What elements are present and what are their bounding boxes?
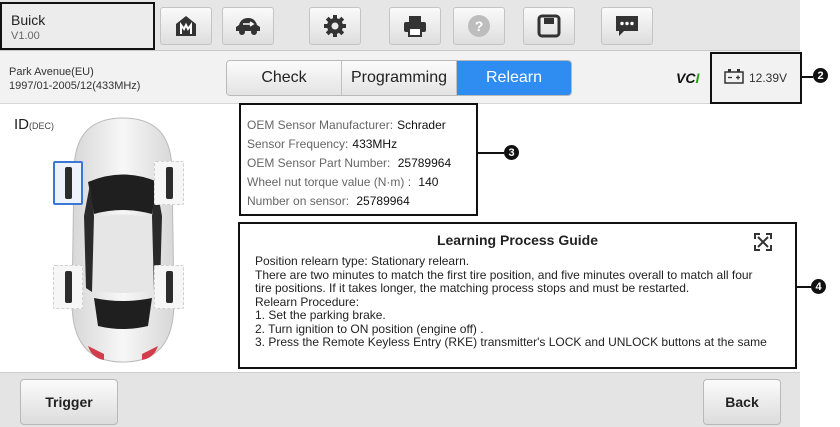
info-manufacturer: OEM Sensor Manufacturer: Schrader xyxy=(247,116,476,135)
home-icon xyxy=(176,16,196,36)
print-button[interactable] xyxy=(389,7,441,45)
callout-marker-3: 3 xyxy=(504,145,519,160)
callout-marker-2: 2 xyxy=(813,68,828,83)
info-part-number: OEM Sensor Part Number: 25789964 xyxy=(247,154,476,173)
vehicle-model: Park Avenue(EU) xyxy=(9,66,94,78)
sensor-front-left[interactable] xyxy=(53,161,83,205)
tire-front-left xyxy=(64,167,72,199)
expand-icon[interactable] xyxy=(753,232,773,252)
callout-marker-4: 4 xyxy=(811,279,826,294)
message-button[interactable] xyxy=(601,7,653,45)
trigger-button[interactable]: Trigger xyxy=(20,379,118,425)
sensor-id-text: ID xyxy=(14,116,29,133)
info-label: Number on sensor: xyxy=(247,194,350,208)
info-torque: Wheel nut torque value (N·m) : 140 xyxy=(247,173,476,192)
info-value: 25789964 xyxy=(353,194,410,208)
vehicle-swap-icon xyxy=(236,18,260,35)
guide-line: tire positions. If it takes longer, the … xyxy=(255,281,690,295)
car-top-view xyxy=(71,117,175,363)
vehicle-year-range: 1997/01-2005/12(433MHz) xyxy=(9,80,141,92)
info-label: Wheel nut torque value (N·m) : xyxy=(247,175,412,189)
tire-rear-right xyxy=(165,271,173,303)
sensor-info-panel: OEM Sensor Manufacturer: Schrader Sensor … xyxy=(239,103,478,216)
sensor-rear-right[interactable] xyxy=(154,265,184,309)
info-value: 140 xyxy=(415,175,439,189)
info-sensor-number: Number on sensor: 25789964 xyxy=(247,192,476,211)
help-icon: ? xyxy=(468,15,490,37)
tab-programming[interactable]: Programming xyxy=(342,61,457,95)
vehicle-info-box: Buick V1.00 xyxy=(0,2,155,50)
settings-icon xyxy=(324,15,346,37)
bottom-bar: Trigger Back xyxy=(0,372,800,427)
callout-line-4 xyxy=(797,286,811,288)
home-button[interactable] xyxy=(160,7,212,45)
learning-guide-panel[interactable]: Learning Process Guide Position relearn … xyxy=(238,222,797,369)
guide-title: Learning Process Guide xyxy=(436,232,599,248)
sensor-rear-left[interactable] xyxy=(53,265,83,309)
guide-line: Position relearn type: Stationary relear… xyxy=(255,254,470,268)
print-icon xyxy=(404,16,426,37)
tab-check[interactable]: Check xyxy=(227,61,342,95)
callout-line-2 xyxy=(802,76,813,78)
software-version: V1.00 xyxy=(11,30,40,42)
battery-status-box: 12.39V xyxy=(710,52,802,104)
vehicle-make: Buick xyxy=(11,12,46,28)
function-tabs: Check Programming Relearn xyxy=(226,60,572,96)
guide-line: Relearn Procedure: xyxy=(255,294,360,309)
info-label: OEM Sensor Manufacturer: xyxy=(247,118,394,132)
callout-line-3 xyxy=(478,152,504,154)
info-frequency: Sensor Frequency: 433MHz xyxy=(247,135,476,154)
guide-line: 2. Turn ignition to ON position (engine … xyxy=(255,321,484,336)
tab-relearn[interactable]: Relearn xyxy=(457,61,571,95)
info-label: OEM Sensor Part Number: xyxy=(247,156,391,170)
top-toolbar: Buick V1.00 ? xyxy=(0,0,800,51)
guide-line: 1. Set the parking brake. xyxy=(255,308,386,322)
info-label: Sensor Frequency: xyxy=(247,137,349,151)
tire-rear-left xyxy=(64,271,72,303)
save-icon xyxy=(537,14,561,38)
vehicle-model-info: Park Avenue(EU) 1997/01-2005/12(433MHz) xyxy=(9,65,140,93)
battery-voltage: 12.39V xyxy=(749,71,788,85)
function-bar: Park Avenue(EU) 1997/01-2005/12(433MHz) … xyxy=(0,51,800,104)
message-icon xyxy=(616,16,638,36)
info-value: 433MHz xyxy=(352,137,398,151)
sensor-front-right[interactable] xyxy=(154,161,184,205)
info-value: 25789964 xyxy=(394,156,452,170)
guide-text: Position relearn type: Stationary relear… xyxy=(255,254,790,350)
help-button[interactable]: ? xyxy=(453,7,505,45)
vehicle-diagram xyxy=(48,112,198,367)
battery-icon xyxy=(724,69,744,84)
vehicle-swap-button[interactable] xyxy=(222,7,274,45)
back-button[interactable]: Back xyxy=(703,379,781,425)
vci-logo: VCI xyxy=(676,70,700,86)
svg-text:?: ? xyxy=(475,18,484,34)
guide-line: 3. Press the Remote Keyless Entry (RKE) … xyxy=(255,335,767,349)
info-value: Schrader xyxy=(397,118,446,132)
guide-line: There are two minutes to match the first… xyxy=(255,267,753,282)
settings-button[interactable] xyxy=(309,7,361,45)
save-button[interactable] xyxy=(523,7,575,45)
tire-front-right xyxy=(165,167,173,199)
